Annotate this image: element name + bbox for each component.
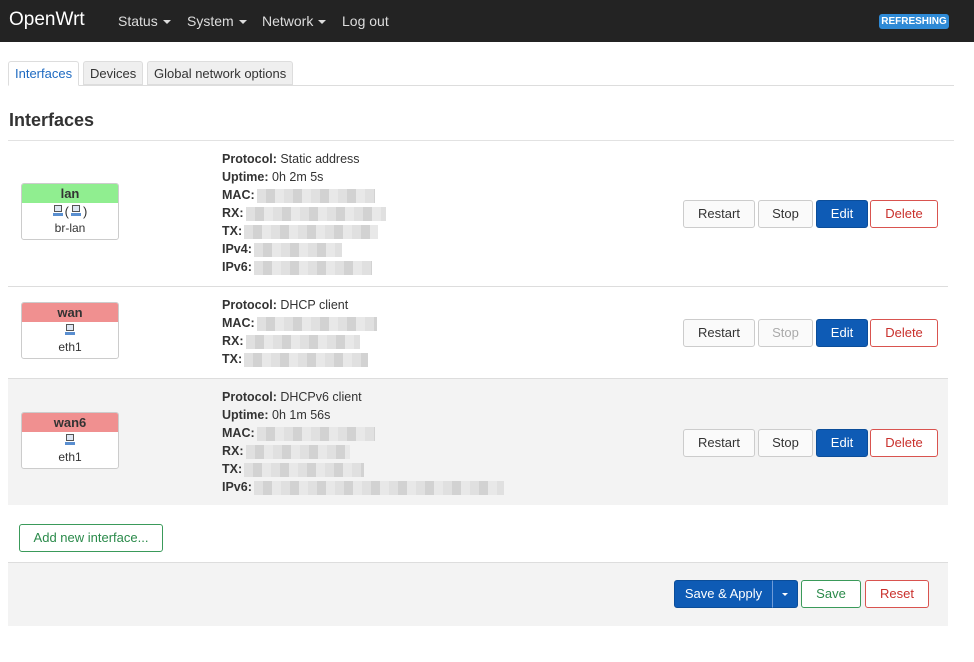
redacted-value <box>244 462 365 477</box>
device-icons <box>22 322 118 338</box>
row-divider <box>8 286 948 287</box>
network-port-icon <box>71 205 81 217</box>
interface-badge-wan6: wan6 eth1 <box>21 412 119 469</box>
field-label: Uptime: <box>222 408 269 422</box>
nav-network-label: Network <box>262 13 314 29</box>
save-button[interactable]: Save <box>801 580 861 608</box>
redacted-value <box>244 352 369 367</box>
restart-button-lan[interactable]: Restart <box>683 200 755 228</box>
nav-logout-label: Log out <box>342 13 389 29</box>
add-interface-button[interactable]: Add new interface... <box>19 524 163 552</box>
redacted-value <box>256 426 375 441</box>
reset-button[interactable]: Reset <box>865 580 929 608</box>
network-port-icon <box>65 324 75 336</box>
refreshing-badge[interactable]: REFRESHING <box>879 14 949 29</box>
delete-button-lan[interactable]: Delete <box>870 200 938 228</box>
stop-button-wan[interactable]: Stop <box>758 319 813 347</box>
device-icons <box>22 432 118 448</box>
delete-button-wan6[interactable]: Delete <box>870 429 938 457</box>
redacted-value <box>245 444 350 459</box>
redacted-value <box>253 242 342 257</box>
field-label: MAC: <box>222 426 255 440</box>
interface-name: lan <box>22 184 118 203</box>
edit-button-wan6[interactable]: Edit <box>816 429 868 457</box>
field-label: TX: <box>222 224 243 238</box>
field-label: Uptime: <box>222 170 269 184</box>
tab-interfaces[interactable]: Interfaces <box>8 61 80 86</box>
redacted-value <box>245 334 360 349</box>
nav-system-label: System <box>187 13 234 29</box>
interface-badge-lan: lan ( ) br-lan <box>21 183 119 240</box>
interface-info-wan: Protocol: DHCP client MAC: RX: TX: <box>222 296 377 368</box>
nav-network[interactable]: Network <box>262 13 327 29</box>
brand-logo[interactable]: OpenWrt <box>9 9 85 31</box>
field-label: Protocol: <box>222 390 277 404</box>
redacted-value <box>244 224 379 239</box>
stop-button-lan[interactable]: Stop <box>758 200 813 228</box>
restart-button-wan[interactable]: Restart <box>683 319 755 347</box>
field-label: TX: <box>222 462 243 476</box>
section-title: Interfaces <box>9 110 95 130</box>
interface-device: br-lan <box>54 221 86 235</box>
field-label: IPv6: <box>222 480 252 494</box>
edit-button-wan[interactable]: Edit <box>816 319 868 347</box>
field-label: MAC: <box>222 188 255 202</box>
field-label: RX: <box>222 334 244 348</box>
field-label: MAC: <box>222 316 255 330</box>
redacted-value <box>256 188 375 203</box>
field-value: Static address <box>280 152 360 166</box>
save-apply-button[interactable]: Save & Apply <box>674 580 773 608</box>
interface-info-wan6: Protocol: DHCPv6 client Uptime: 0h 1m 56… <box>222 388 504 496</box>
interface-device: eth1 <box>58 450 82 464</box>
caret-down-icon <box>318 20 327 24</box>
nav-system[interactable]: System <box>187 13 247 29</box>
tab-global-network-options[interactable]: Global network options <box>147 61 294 85</box>
field-label: Protocol: <box>222 298 277 312</box>
redacted-value <box>253 480 504 495</box>
field-label: RX: <box>222 444 244 458</box>
field-label: TX: <box>222 352 243 366</box>
interface-name: wan6 <box>22 413 118 432</box>
field-value: DHCP client <box>280 298 349 312</box>
field-value: DHCPv6 client <box>280 390 362 404</box>
redacted-value <box>245 206 386 221</box>
network-port-icon <box>52 205 63 217</box>
redacted-value <box>256 316 377 331</box>
field-label: Protocol: <box>222 152 277 166</box>
device-icons: ( ) <box>22 203 118 219</box>
interface-device: eth1 <box>58 340 82 354</box>
top-navbar: OpenWrt Status System Network Log out RE… <box>0 0 974 42</box>
nav-status-label: Status <box>118 13 158 29</box>
tabs-divider <box>8 85 954 86</box>
field-label: IPv4: <box>222 242 252 256</box>
interface-badge-wan: wan eth1 <box>21 302 119 359</box>
edit-button-lan[interactable]: Edit <box>816 200 868 228</box>
field-label: IPv6: <box>222 260 252 274</box>
field-value: 0h 1m 56s <box>272 408 331 422</box>
interface-name: wan <box>22 303 118 322</box>
nav-status[interactable]: Status <box>118 13 171 29</box>
stop-button-wan6[interactable]: Stop <box>758 429 813 457</box>
caret-down-icon <box>238 20 247 24</box>
nav-logout[interactable]: Log out <box>342 13 389 29</box>
field-value: 0h 2m 5s <box>272 170 324 184</box>
caret-down-icon <box>162 20 171 24</box>
redacted-value <box>253 260 372 275</box>
tab-devices[interactable]: Devices <box>83 61 144 85</box>
interface-info-lan: Protocol: Static address Uptime: 0h 2m 5… <box>222 150 386 276</box>
restart-button-wan6[interactable]: Restart <box>683 429 755 457</box>
delete-button-wan[interactable]: Delete <box>870 319 938 347</box>
field-label: RX: <box>222 206 244 220</box>
save-apply-dropdown-toggle[interactable] <box>772 580 798 608</box>
network-port-icon <box>65 434 75 446</box>
